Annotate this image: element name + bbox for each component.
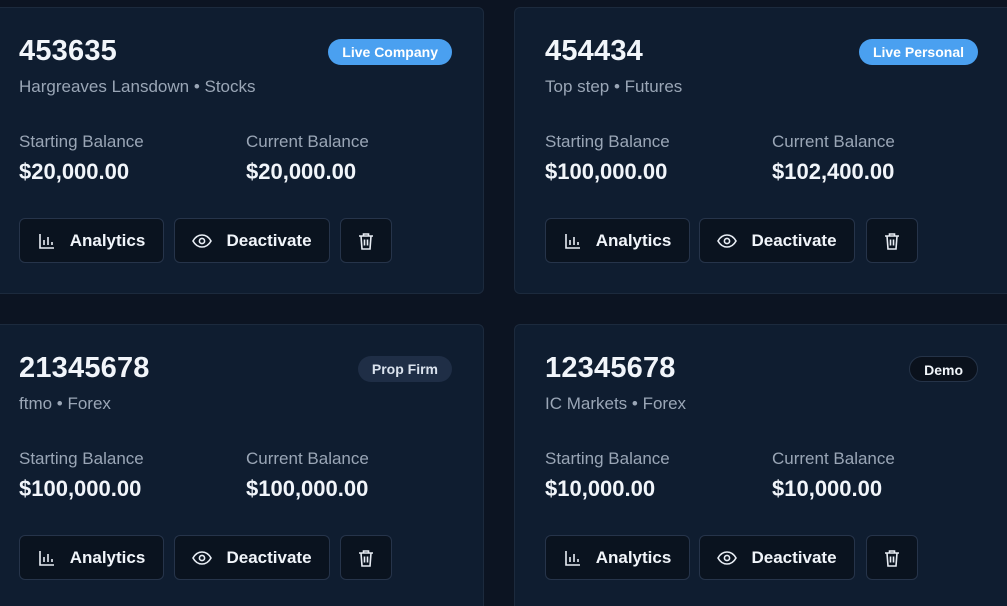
current-balance-value: $102,400.00 xyxy=(772,159,895,184)
account-number: 453635 xyxy=(19,35,117,67)
account-subtitle: Hargreaves Lansdown • Stocks xyxy=(19,77,256,96)
delete-button[interactable] xyxy=(340,218,392,263)
current-balance-label: Current Balance xyxy=(246,132,369,151)
account-card: 12345678 IC Markets • Forex Demo Startin… xyxy=(514,324,1007,606)
account-card: 454434 Top step • Futures Live Personal … xyxy=(514,7,1007,294)
starting-balance-value: $20,000.00 xyxy=(19,159,130,184)
trash-icon xyxy=(359,232,373,250)
account-number: 454434 xyxy=(545,35,643,67)
account-type-badge: Demo xyxy=(909,356,978,382)
deactivate-label: Deactivate xyxy=(226,547,312,567)
starting-balance-label: Starting Balance xyxy=(545,449,670,468)
eye-icon xyxy=(717,233,738,248)
deactivate-button[interactable]: Deactivate xyxy=(699,535,855,580)
current-balance-value: $100,000.00 xyxy=(246,476,369,501)
bar-chart-icon xyxy=(38,233,54,249)
trash-icon xyxy=(885,232,899,250)
bar-chart-icon xyxy=(38,550,54,566)
deactivate-label: Deactivate xyxy=(751,230,837,250)
eye-icon xyxy=(192,550,213,565)
analytics-button[interactable]: Analytics xyxy=(545,535,690,580)
account-type-badge: Live Personal xyxy=(858,39,978,65)
delete-button[interactable] xyxy=(866,535,918,580)
analytics-button[interactable]: Analytics xyxy=(545,218,690,263)
account-card: 21345678 ftmo • Forex Prop Firm Starting… xyxy=(0,324,484,606)
starting-balance-label: Starting Balance xyxy=(19,449,144,468)
starting-balance-value: $10,000.00 xyxy=(545,476,656,501)
bar-chart-icon xyxy=(564,550,580,566)
deactivate-button[interactable]: Deactivate xyxy=(174,535,330,580)
starting-balance-label: Starting Balance xyxy=(545,132,670,151)
analytics-label: Analytics xyxy=(595,547,672,567)
account-number: 12345678 xyxy=(545,352,676,384)
account-subtitle: ftmo • Forex xyxy=(19,394,111,413)
delete-button[interactable] xyxy=(866,218,918,263)
account-type-badge: Prop Firm xyxy=(357,356,452,382)
starting-balance-value: $100,000.00 xyxy=(545,159,668,184)
analytics-label: Analytics xyxy=(69,230,146,250)
account-number: 21345678 xyxy=(19,352,150,384)
current-balance-value: $10,000.00 xyxy=(772,476,883,501)
account-type-badge: Live Company xyxy=(328,39,452,65)
analytics-button[interactable]: Analytics xyxy=(19,535,164,580)
accounts-grid: 453635 Hargreaves Lansdown • Stocks Live… xyxy=(0,0,1007,606)
bar-chart-icon xyxy=(564,233,580,249)
deactivate-label: Deactivate xyxy=(751,547,837,567)
deactivate-button[interactable]: Deactivate xyxy=(174,218,330,263)
delete-button[interactable] xyxy=(340,535,392,580)
account-card: 453635 Hargreaves Lansdown • Stocks Live… xyxy=(0,7,484,294)
current-balance-label: Current Balance xyxy=(772,132,895,151)
eye-icon xyxy=(717,550,738,565)
account-subtitle: IC Markets • Forex xyxy=(545,394,687,413)
deactivate-label: Deactivate xyxy=(226,230,312,250)
analytics-button[interactable]: Analytics xyxy=(19,218,164,263)
current-balance-value: $20,000.00 xyxy=(246,159,357,184)
starting-balance-value: $100,000.00 xyxy=(19,476,142,501)
trash-icon xyxy=(359,549,373,567)
analytics-label: Analytics xyxy=(69,547,146,567)
analytics-label: Analytics xyxy=(595,230,672,250)
current-balance-label: Current Balance xyxy=(772,449,895,468)
starting-balance-label: Starting Balance xyxy=(19,132,144,151)
eye-icon xyxy=(192,233,213,248)
account-subtitle: Top step • Futures xyxy=(545,77,683,96)
trash-icon xyxy=(885,549,899,567)
current-balance-label: Current Balance xyxy=(246,449,369,468)
deactivate-button[interactable]: Deactivate xyxy=(699,218,855,263)
